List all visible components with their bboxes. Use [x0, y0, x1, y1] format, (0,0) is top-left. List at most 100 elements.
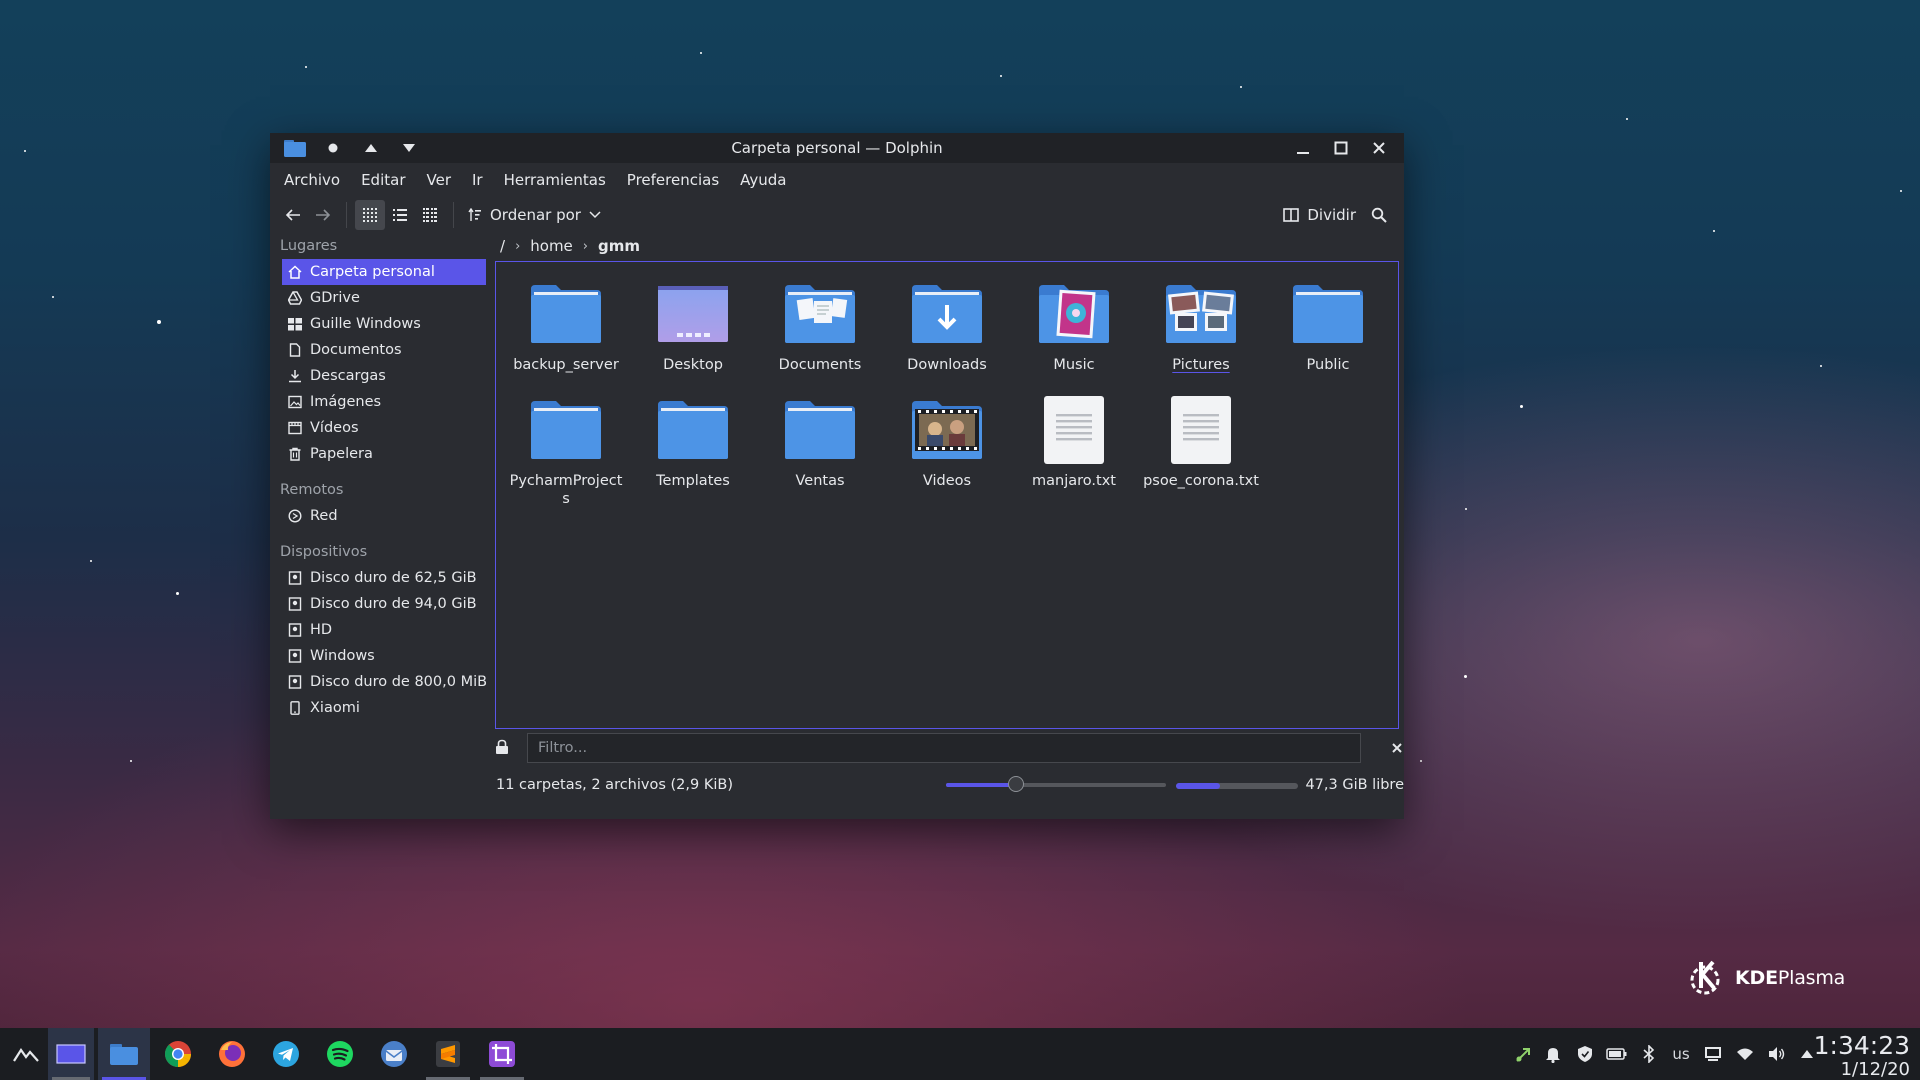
sort-by-button[interactable]: Ordenar por [462, 206, 607, 224]
details-view-button[interactable] [385, 200, 415, 230]
keyboard-layout-label: us [1672, 1045, 1690, 1063]
split-view-button[interactable]: Dividir [1283, 200, 1356, 230]
keep-above-button[interactable] [352, 133, 390, 163]
app-launcher-button[interactable] [0, 1028, 52, 1080]
close-filter-button[interactable] [1391, 739, 1403, 758]
zoom-slider[interactable] [946, 776, 1166, 792]
trash-icon [289, 447, 301, 461]
tray-updates[interactable] [1508, 1028, 1538, 1080]
sidebar-item-imagenes[interactable]: Imágenes [282, 389, 486, 415]
sidebar-item-label: Papelera [310, 446, 373, 462]
sidebar-item-gdrive[interactable]: GDrive [282, 285, 486, 311]
shield-icon [1578, 1046, 1592, 1062]
kde-wordmark-plasma: Plasma [1777, 967, 1846, 989]
titlebar[interactable]: Carpeta personal — Dolphin [270, 133, 1404, 163]
maximize-button[interactable] [1322, 133, 1360, 163]
sidebar-item-descargas[interactable]: Descargas [282, 363, 486, 389]
menu-herramientas[interactable]: Herramientas [504, 171, 606, 189]
taskbar-chrome[interactable] [152, 1028, 204, 1080]
menu-archivo[interactable]: Archivo [284, 171, 340, 189]
filter-input[interactable] [527, 733, 1361, 763]
zoom-slider-handle[interactable] [1008, 776, 1025, 792]
menu-preferencias[interactable]: Preferencias [627, 171, 719, 189]
file-view[interactable]: backup_server Desktop Documents Download… [495, 261, 1399, 729]
sort-by-label: Ordenar por [490, 206, 581, 224]
file-name: Desktop [663, 357, 723, 373]
file-item-ventas[interactable]: Ventas [760, 388, 880, 490]
menu-ir[interactable]: Ir [472, 171, 483, 189]
split-label: Dividir [1307, 206, 1356, 224]
breadcrumb-root[interactable]: / [500, 237, 505, 255]
file-name: Music [1053, 357, 1095, 373]
file-item-templates[interactable]: Templates [633, 388, 753, 490]
minimize-button[interactable] [1284, 133, 1322, 163]
file-item-desktop[interactable]: Desktop [633, 272, 753, 374]
close-button[interactable] [1360, 133, 1398, 163]
file-item-pictures[interactable]: Pictures [1141, 272, 1261, 374]
forward-button[interactable] [308, 200, 338, 230]
back-button[interactable] [278, 200, 308, 230]
menu-ayuda[interactable]: Ayuda [740, 171, 786, 189]
drive-icon [288, 571, 302, 585]
sidebar-item-videos[interactable]: Vídeos [282, 415, 486, 441]
file-item-backup-server[interactable]: backup_server [506, 272, 626, 374]
sidebar-item-windows[interactable]: Windows [282, 643, 486, 669]
file-item-documents[interactable]: Documents [760, 272, 880, 374]
file-name: PycharmProjects [509, 473, 623, 507]
pictures-folder-icon [1166, 285, 1236, 343]
taskbar-sublime-text[interactable] [422, 1028, 474, 1080]
sidebar-item-red[interactable]: Red [282, 503, 486, 529]
file-item-music[interactable]: Music [1014, 272, 1134, 374]
file-item-psoe-corona-txt[interactable]: psoe_corona.txt [1141, 388, 1261, 490]
file-name: Ventas [795, 473, 845, 489]
sort-icon [468, 208, 481, 221]
sidebar-item-disk-94[interactable]: Disco duro de 94,0 GiB [282, 591, 486, 617]
sidebar-item-hd[interactable]: HD [282, 617, 486, 643]
breadcrumb-home[interactable]: home [530, 237, 573, 255]
compact-view-button[interactable] [415, 200, 445, 230]
folder-app-icon [284, 140, 306, 157]
taskbar-dolphin[interactable] [98, 1028, 150, 1080]
menu-ver[interactable]: Ver [427, 171, 452, 189]
tray-bluetooth[interactable] [1634, 1028, 1664, 1080]
file-item-public[interactable]: Public [1268, 272, 1388, 374]
breadcrumb-current[interactable]: gmm [598, 237, 640, 255]
keep-below-button[interactable] [390, 133, 428, 163]
pager-button[interactable] [48, 1028, 94, 1080]
sidebar-item-xiaomi[interactable]: Xiaomi [282, 695, 486, 721]
sidebar-item-documentos[interactable]: Documentos [282, 337, 486, 363]
taskbar-thunderbird[interactable] [368, 1028, 420, 1080]
search-button[interactable] [1364, 200, 1394, 230]
tray-volume[interactable] [1762, 1028, 1792, 1080]
window-menu-button[interactable] [276, 133, 314, 163]
taskbar-firefox[interactable] [206, 1028, 258, 1080]
thunderbird-icon [381, 1041, 407, 1067]
tray-display[interactable] [1698, 1028, 1728, 1080]
compact-view-icon [423, 208, 437, 222]
tray-battery[interactable] [1602, 1028, 1632, 1080]
file-item-manjaro-txt[interactable]: manjaro.txt [1014, 388, 1134, 490]
file-item-downloads[interactable]: Downloads [887, 272, 1007, 374]
display-icon [1705, 1047, 1721, 1061]
tray-notifications[interactable] [1538, 1028, 1568, 1080]
taskbar-screenshot-tool[interactable] [476, 1028, 528, 1080]
volume-icon [1769, 1047, 1785, 1061]
icons-view-button[interactable] [355, 200, 385, 230]
sidebar-item-papelera[interactable]: Papelera [282, 441, 486, 467]
tray-vault[interactable] [1570, 1028, 1600, 1080]
file-item-pycharmprojects[interactable]: PycharmProjects [506, 388, 626, 508]
sidebar-item-guille-windows[interactable]: Guille Windows [282, 311, 486, 337]
menu-editar[interactable]: Editar [361, 171, 405, 189]
tray-keyboard-layout[interactable]: us [1666, 1028, 1696, 1080]
sidebar-item-disk-800[interactable]: Disco duro de 800,0 MiB [282, 669, 487, 695]
home-icon [288, 265, 302, 279]
tray-wifi[interactable] [1730, 1028, 1760, 1080]
keep-on-all-desktops-button[interactable] [314, 133, 352, 163]
digital-clock[interactable]: 1:34:23 1/12/20 [1814, 1032, 1910, 1080]
taskbar-spotify[interactable] [314, 1028, 366, 1080]
taskbar-telegram[interactable] [260, 1028, 312, 1080]
file-item-videos[interactable]: Videos [887, 388, 1007, 490]
sidebar-item-carpeta-personal[interactable]: Carpeta personal [282, 259, 486, 285]
lock-filter-button[interactable] [495, 739, 509, 759]
sidebar-item-disk-62[interactable]: Disco duro de 62,5 GiB [282, 565, 486, 591]
